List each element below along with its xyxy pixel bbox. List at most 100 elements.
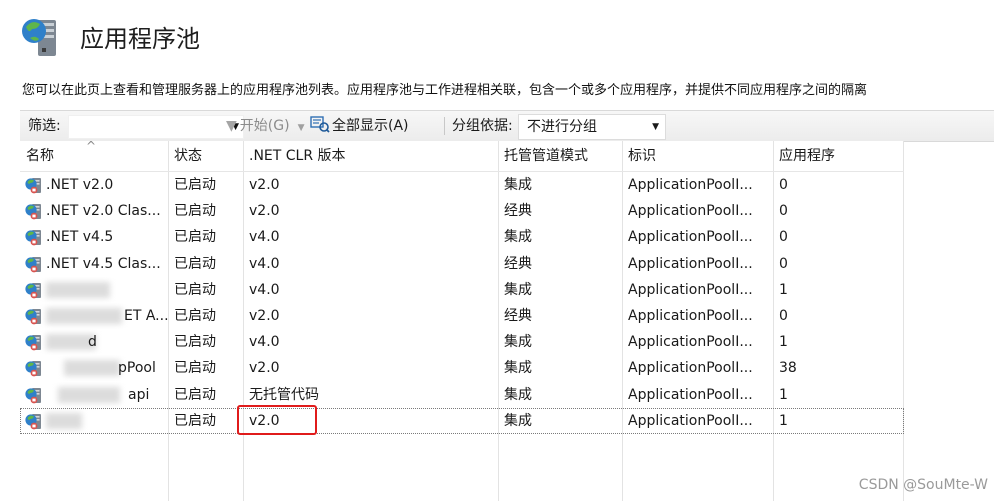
group-by-value: 不进行分组 bbox=[527, 119, 597, 135]
cell-clr-version: v4.0 bbox=[249, 334, 280, 351]
sort-ascending-icon: ^ bbox=[86, 139, 97, 153]
cell-identity: ApplicationPoolI... bbox=[628, 203, 753, 220]
table-row[interactable]: .NET v4.5 已启动 v4.0 集成 ApplicationPoolI... 0 bbox=[20, 224, 904, 250]
cell-clr-version: v4.0 bbox=[249, 229, 280, 246]
filter-toolbar: 筛选: ▼ ▼ 开始(G) ▼ 全部显示(A) 分组依据: 不进行分组 ▼ bbox=[20, 110, 994, 142]
application-pool-icon bbox=[25, 387, 41, 403]
show-all-button[interactable]: 全部显示(A) bbox=[310, 111, 409, 141]
cell-clr-version: v2.0 bbox=[249, 360, 280, 377]
group-by-dropdown-arrow-icon[interactable]: ▼ bbox=[652, 115, 659, 139]
cell-identity: ApplicationPoolI... bbox=[628, 308, 753, 324]
cell-identity: ApplicationPoolI... bbox=[628, 281, 753, 298]
application-pool-icon bbox=[22, 19, 56, 56]
pool-name: .NET v2.0 bbox=[46, 177, 114, 193]
cell-name: .NET v2.0 bbox=[20, 172, 168, 198]
cell-identity: ApplicationPoolI... bbox=[628, 334, 753, 351]
group-by-select[interactable]: 不进行分组 ▼ bbox=[518, 114, 666, 140]
cell-status: 已启动 bbox=[174, 308, 216, 324]
cell-name: .NET v4.5 Clas... bbox=[20, 251, 168, 277]
redacted-area bbox=[64, 360, 120, 377]
table-row[interactable]: .NET v4.5 Clas... 已启动 v4.0 经典 ApplicationPoo… bbox=[20, 251, 904, 277]
cell-name bbox=[20, 277, 168, 303]
column-header-identity[interactable]: 标识 bbox=[622, 141, 773, 171]
column-header-pipeline-mode[interactable]: 托管管道模式 bbox=[498, 141, 622, 171]
application-pools-table: 名称 ^ 状态 .NET CLR 版本 托管管道模式 标识 应用程序 .NET … bbox=[20, 139, 904, 501]
pool-name: d bbox=[88, 334, 97, 351]
show-all-label: 全部显示(A) bbox=[332, 118, 409, 134]
application-pool-icon bbox=[25, 256, 41, 272]
application-pool-icon bbox=[25, 178, 41, 194]
column-header-status[interactable]: 状态 bbox=[168, 141, 243, 171]
page-header: 应用程序池 bbox=[0, 0, 994, 72]
cell-clr-version: 无托管代码 bbox=[249, 386, 319, 403]
cell-name: d bbox=[20, 329, 168, 355]
cell-status: 已启动 bbox=[174, 360, 216, 377]
cell-applications: 0 bbox=[779, 308, 788, 324]
cell-identity: ApplicationPoolI... bbox=[628, 229, 753, 246]
cell-identity: ApplicationPoolI... bbox=[628, 360, 753, 377]
toolbar-separator bbox=[444, 117, 445, 135]
cell-status: 已启动 bbox=[174, 412, 216, 429]
pool-name: .NET v4.5 bbox=[46, 229, 114, 246]
cell-pipeline-mode: 集成 bbox=[504, 386, 532, 403]
cell-applications: 1 bbox=[779, 334, 788, 351]
filter-input[interactable]: ▼ bbox=[68, 115, 244, 139]
cell-pipeline-mode: 集成 bbox=[504, 281, 532, 298]
cell-name: api bbox=[20, 382, 168, 408]
application-pool-icon bbox=[25, 309, 41, 325]
cell-pipeline-mode: 集成 bbox=[504, 360, 532, 377]
group-by-label: 分组依据: bbox=[452, 118, 513, 134]
cell-identity: ApplicationPoolI... bbox=[628, 412, 753, 429]
pool-name: .NET v4.5 Clas... bbox=[46, 255, 161, 272]
cell-status: 已启动 bbox=[174, 386, 216, 403]
cell-status: 已启动 bbox=[174, 177, 216, 193]
application-pool-icon bbox=[25, 282, 41, 299]
cell-identity: ApplicationPoolI... bbox=[628, 177, 753, 193]
table-row[interactable]: 已启动 v4.0 集成 ApplicationPoolI... 1 bbox=[20, 277, 904, 303]
cell-status: 已启动 bbox=[174, 229, 216, 246]
pool-name: .NET v2.0 Clas... bbox=[46, 203, 161, 220]
cell-identity: ApplicationPoolI... bbox=[628, 386, 753, 403]
page-title: 应用程序池 bbox=[80, 25, 200, 53]
redacted-area bbox=[46, 281, 110, 298]
table-row[interactable]: .NET v2.0 Clas... 已启动 v2.0 经典 ApplicationPoo… bbox=[20, 198, 904, 224]
pool-name: ET A... bbox=[124, 308, 168, 324]
application-pool-icon bbox=[25, 204, 41, 220]
show-all-icon bbox=[310, 116, 330, 133]
start-dropdown-arrow-icon[interactable]: ▼ bbox=[298, 123, 305, 133]
cell-pipeline-mode: 经典 bbox=[504, 203, 532, 220]
table-row[interactable]: 已启动 v2.0 集成 ApplicationPoolI... 1 bbox=[20, 407, 904, 434]
pool-name: pPool bbox=[118, 360, 156, 377]
cell-pipeline-mode: 经典 bbox=[504, 255, 532, 272]
redacted-area bbox=[46, 412, 82, 429]
cell-pipeline-mode: 集成 bbox=[504, 177, 532, 193]
filter-label: 筛选: bbox=[28, 118, 61, 134]
cell-pipeline-mode: 经典 bbox=[504, 308, 532, 324]
column-header-applications[interactable]: 应用程序 bbox=[773, 141, 903, 171]
cell-status: 已启动 bbox=[174, 255, 216, 272]
funnel-icon: ▼ bbox=[226, 118, 237, 134]
cell-status: 已启动 bbox=[174, 281, 216, 298]
application-pool-icon bbox=[25, 361, 41, 377]
table-row[interactable]: .NET v2.0 已启动 v2.0 集成 ApplicationPoolI... 0 bbox=[20, 172, 904, 198]
cell-applications: 38 bbox=[779, 360, 797, 377]
cell-clr-version: v4.0 bbox=[249, 281, 280, 298]
cell-clr-version: v2.0 bbox=[249, 308, 280, 324]
table-row[interactable]: ET A... 已启动 v2.0 经典 ApplicationPoolI... 0 bbox=[20, 303, 904, 329]
table-row[interactable]: api 已启动 无托管代码 集成 ApplicationPoolI... 1 bbox=[20, 382, 904, 408]
table-row[interactable]: d 已启动 v4.0 集成 ApplicationPoolI... 1 bbox=[20, 329, 904, 355]
cell-name: .NET v2.0 Clas... bbox=[20, 198, 168, 224]
cell-pipeline-mode: 集成 bbox=[504, 334, 532, 351]
start-filter-button[interactable]: ▼ 开始(G) ▼ bbox=[226, 111, 304, 141]
cell-status: 已启动 bbox=[174, 203, 216, 220]
application-pool-icon bbox=[25, 335, 41, 351]
column-header-clr-version[interactable]: .NET CLR 版本 bbox=[243, 141, 498, 171]
cell-pipeline-mode: 集成 bbox=[504, 229, 532, 246]
redacted-area bbox=[58, 386, 120, 403]
cell-applications: 0 bbox=[779, 203, 788, 220]
table-row[interactable]: pPool 已启动 v2.0 集成 ApplicationPoolI... 38 bbox=[20, 355, 904, 381]
cell-applications: 0 bbox=[779, 229, 788, 246]
cell-pipeline-mode: 集成 bbox=[504, 412, 532, 429]
page-description: 您可以在此页上查看和管理服务器上的应用程序池列表。应用程序池与工作进程相关联，包… bbox=[22, 83, 868, 98]
pool-name: api bbox=[128, 386, 150, 403]
